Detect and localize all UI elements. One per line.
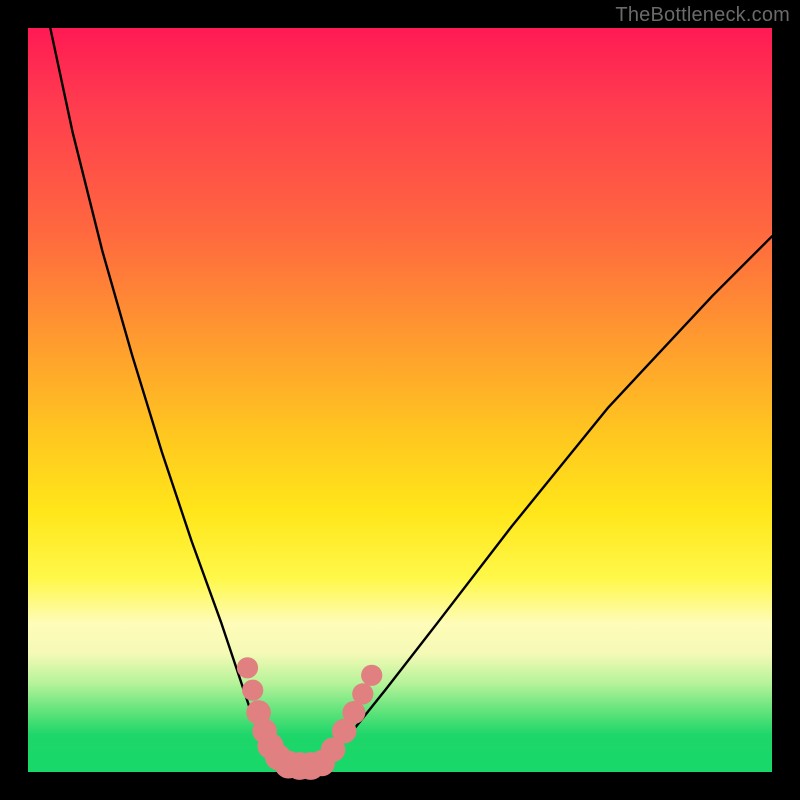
marker-dot xyxy=(352,683,373,704)
plot-area xyxy=(28,28,772,772)
chart-svg xyxy=(28,28,772,772)
bottleneck-curve-path xyxy=(50,28,772,772)
marker-dot xyxy=(361,665,382,686)
watermark-text: TheBottleneck.com xyxy=(615,4,790,27)
marker-dot xyxy=(242,680,263,701)
outer-frame: TheBottleneck.com xyxy=(0,0,800,800)
marker-dot xyxy=(237,657,258,678)
markers-group xyxy=(237,657,382,780)
